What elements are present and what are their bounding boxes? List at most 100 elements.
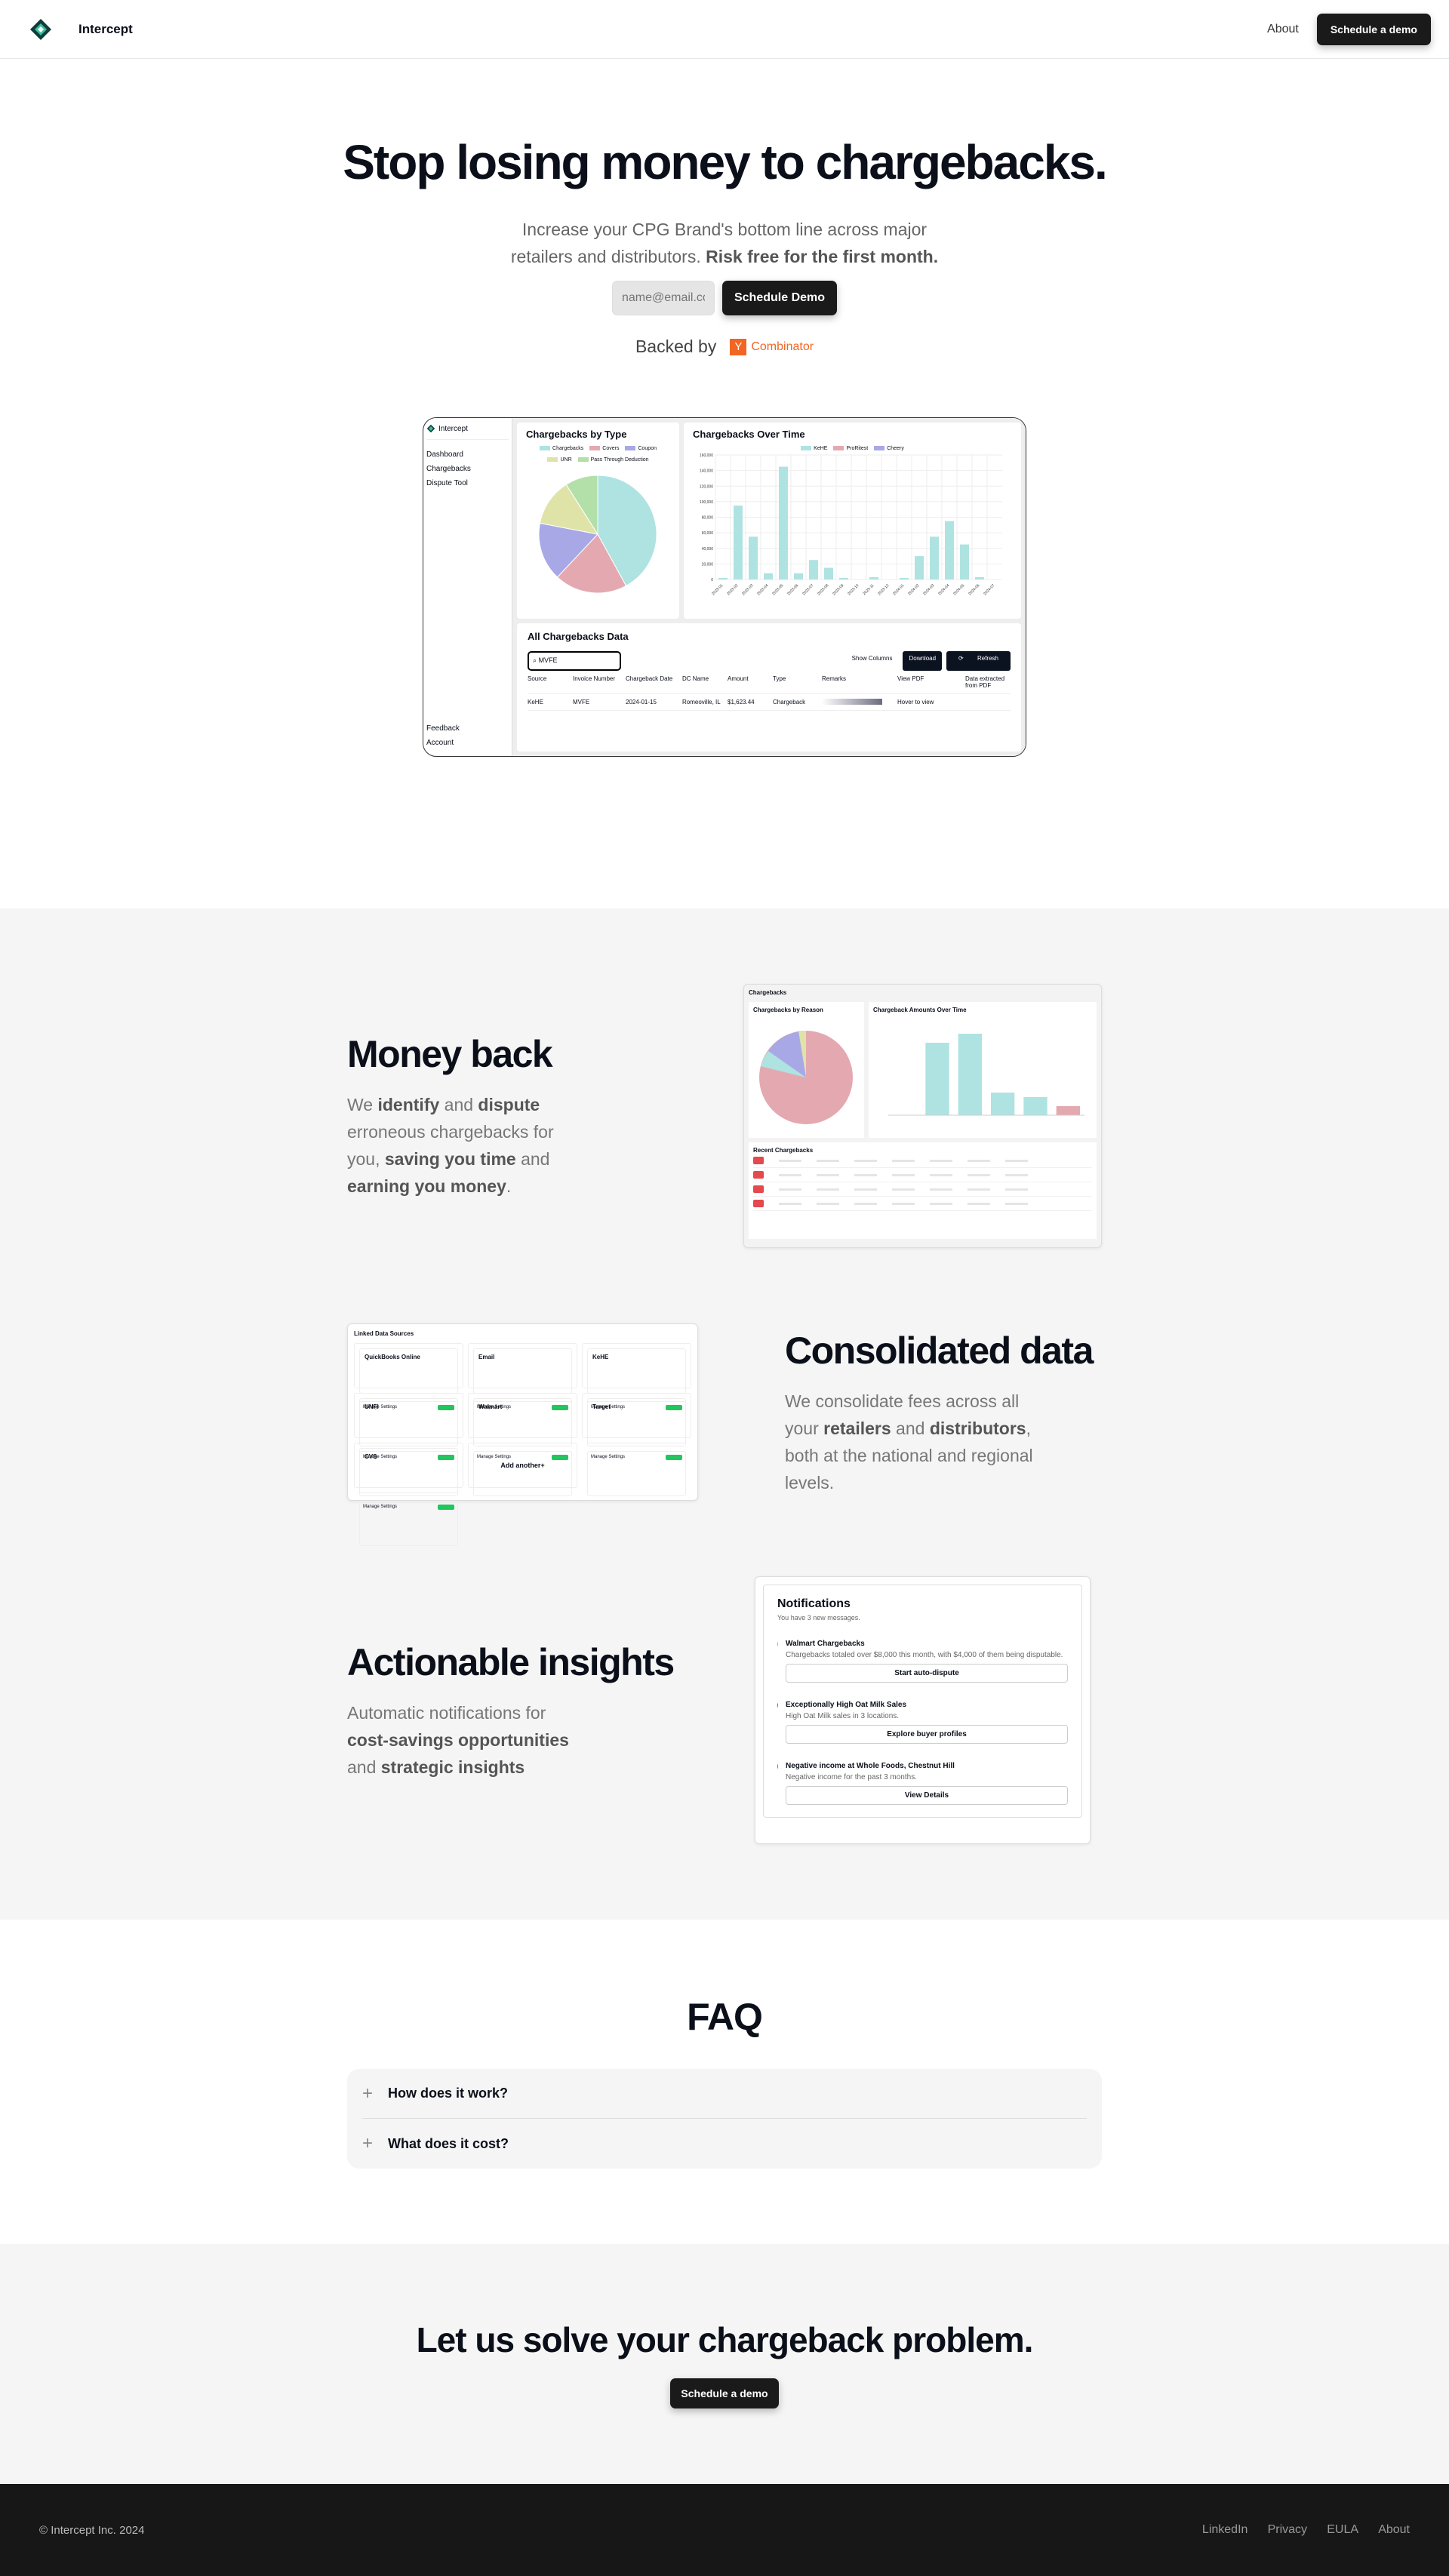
- t: dispute: [478, 1095, 540, 1114]
- legend-swatch: [801, 446, 812, 451]
- amounts-bar-card: Chargeback Amounts Over Time: [869, 1002, 1097, 1138]
- x-tick-label: 2023-09: [832, 583, 844, 596]
- bar: [764, 573, 773, 579]
- legend-item: Cheery: [874, 446, 904, 451]
- hero-sub-line1: Increase your CPG Brand's bottom line ac…: [521, 220, 928, 239]
- faq-title: FAQ: [687, 1996, 763, 2038]
- row-cell: [968, 1202, 990, 1205]
- footer-link-privacy[interactable]: Privacy: [1268, 2523, 1307, 2536]
- table-cell: Chargeback: [773, 699, 806, 705]
- ycombinator-logo: Y Combinator: [730, 338, 814, 355]
- bar: [1023, 1097, 1048, 1115]
- bar-legend: KeHE ProRitest Cheery: [693, 446, 1012, 451]
- cta-schedule-demo-button[interactable]: Schedule a demo: [670, 2378, 779, 2408]
- sources-grid: QuickBooks Online Manage Settings Email Man…: [354, 1343, 691, 1546]
- notification-body: Negative income at Whole Foods, Chestnut…: [786, 1762, 1068, 1805]
- add-source-button[interactable]: Add another +: [468, 1443, 577, 1488]
- legend-swatch: [833, 446, 844, 451]
- app-sidebar-item-dashboard[interactable]: Dashboard: [426, 447, 509, 462]
- t: saving you time: [384, 1149, 516, 1169]
- data-source-card: Email Manage Settings: [468, 1343, 577, 1446]
- row-cell: [892, 1159, 915, 1162]
- app-sidebar-item-account[interactable]: Account: [426, 736, 509, 750]
- bar: [794, 573, 803, 579]
- x-tick-label: 2023-03: [741, 583, 754, 596]
- row-cell: [1005, 1202, 1028, 1205]
- t: distributors: [929, 1418, 1026, 1438]
- notification-action-button[interactable]: Start auto-dispute: [786, 1664, 1068, 1683]
- manage-label: Manage Settings: [591, 1455, 626, 1459]
- faq-item[interactable]: + How does it work?: [362, 2069, 1087, 2119]
- footer-link-about[interactable]: About: [1378, 2523, 1410, 2536]
- row-cell: [817, 1202, 839, 1205]
- recent-row: [753, 1197, 1092, 1211]
- money-back-text: We identify and dispute erroneous charge…: [347, 1091, 566, 1200]
- table-search-input[interactable]: ⌕ MVFE: [528, 651, 621, 671]
- add-label: Add another: [500, 1462, 541, 1469]
- row-cell: [854, 1173, 877, 1176]
- manage-settings-button[interactable]: Manage Settings: [359, 1501, 458, 1546]
- manage-settings-button[interactable]: Manage Settings: [587, 1451, 686, 1496]
- x-tick-label: 2023-02: [726, 583, 739, 596]
- row-badge: [753, 1185, 764, 1193]
- legend-swatch: [589, 446, 601, 451]
- schedule-demo-button[interactable]: Schedule Demo: [721, 281, 838, 315]
- row-cell: [892, 1202, 915, 1205]
- table-cell: $1,623.44: [728, 699, 755, 705]
- app-sidebar-item-feedback[interactable]: Feedback: [426, 721, 509, 736]
- refresh-icon: ⟳: [958, 655, 964, 662]
- row-cell: [930, 1188, 952, 1191]
- insights-text: Automatic notifications for cost-savings…: [347, 1699, 589, 1781]
- footer-link-eula[interactable]: EULA: [1327, 2523, 1358, 2536]
- row-cell: [779, 1202, 801, 1205]
- nav-about-link[interactable]: About: [1267, 23, 1299, 36]
- notification-title: Exceptionally High Oat Milk Sales: [786, 1701, 907, 1709]
- footer-link-linkedin[interactable]: LinkedIn: [1202, 2523, 1248, 2536]
- x-tick-label: 2023-05: [771, 583, 784, 596]
- notification-desc: Negative income for the past 3 months.: [786, 1773, 917, 1781]
- x-tick-label: 2023-04: [756, 583, 769, 596]
- download-button[interactable]: Download: [903, 651, 943, 671]
- row-cell: [930, 1159, 952, 1162]
- refresh-button[interactable]: ⟳ Refresh: [946, 651, 1011, 671]
- legend-item: UNR: [547, 457, 572, 463]
- consolidated-title: Consolidated data: [785, 1329, 1094, 1372]
- data-source-card: QuickBooks Online Manage Settings: [354, 1343, 463, 1446]
- source-name: QuickBooks Online: [359, 1348, 458, 1394]
- notifications-subtitle: You have 3 new messages.: [777, 1614, 860, 1622]
- data-source-card: Walmart Manage Settings: [468, 1393, 577, 1496]
- notification-action-button[interactable]: Explore buyer profiles: [786, 1725, 1068, 1744]
- source-name: UNFI: [359, 1398, 458, 1443]
- nav-schedule-demo-button[interactable]: Schedule a demo: [1316, 13, 1431, 45]
- intercept-logo-icon: [426, 424, 435, 433]
- notifications-title: Notifications: [777, 1597, 851, 1610]
- notification-body: Walmart Chargebacks Chargebacks totaled o…: [786, 1640, 1068, 1683]
- app-preview: Intercept Dashboard Chargebacks Dispute …: [423, 417, 1026, 757]
- bar: [915, 556, 924, 579]
- show-columns-button[interactable]: Show Columns: [846, 651, 899, 671]
- feature-insights: Actionable insights Automatic notificati…: [347, 1576, 1102, 1844]
- row-cell: [854, 1202, 877, 1205]
- row-cell: [854, 1188, 877, 1191]
- y-tick-label: 80,000: [702, 516, 714, 521]
- row-cell: [930, 1173, 952, 1176]
- x-tick-label: 2023-12: [877, 583, 890, 596]
- t: Automatic notifications for: [347, 1702, 546, 1723]
- bar: [718, 577, 728, 579]
- app-sidebar-item-chargebacks[interactable]: Chargebacks: [426, 462, 509, 476]
- brand[interactable]: Intercept: [29, 17, 133, 41]
- table-row[interactable]: KeHE MVFE 2024-01-15 Romeoville, IL $1,623.4…: [528, 694, 1011, 711]
- email-input[interactable]: [611, 281, 715, 315]
- app-sidebar-item-dispute-tool[interactable]: Dispute Tool: [426, 476, 509, 490]
- hero-section: Stop losing money to chargebacks. Increa…: [0, 59, 1449, 908]
- legend-item: Pass Through Deduction: [577, 457, 649, 463]
- hero-sub-bold: Risk free for the first month.: [706, 247, 939, 266]
- x-tick-label: 2023-11: [862, 583, 875, 596]
- data-source-card: UNFI Manage Settings: [354, 1393, 463, 1496]
- faq-item[interactable]: + What does it cost?: [362, 2119, 1087, 2169]
- brand-name: Intercept: [78, 21, 133, 36]
- plus-icon: +: [362, 2133, 374, 2153]
- legend-item: Covers: [589, 446, 619, 451]
- bar: [779, 466, 788, 579]
- notification-action-button[interactable]: View Details: [786, 1786, 1068, 1805]
